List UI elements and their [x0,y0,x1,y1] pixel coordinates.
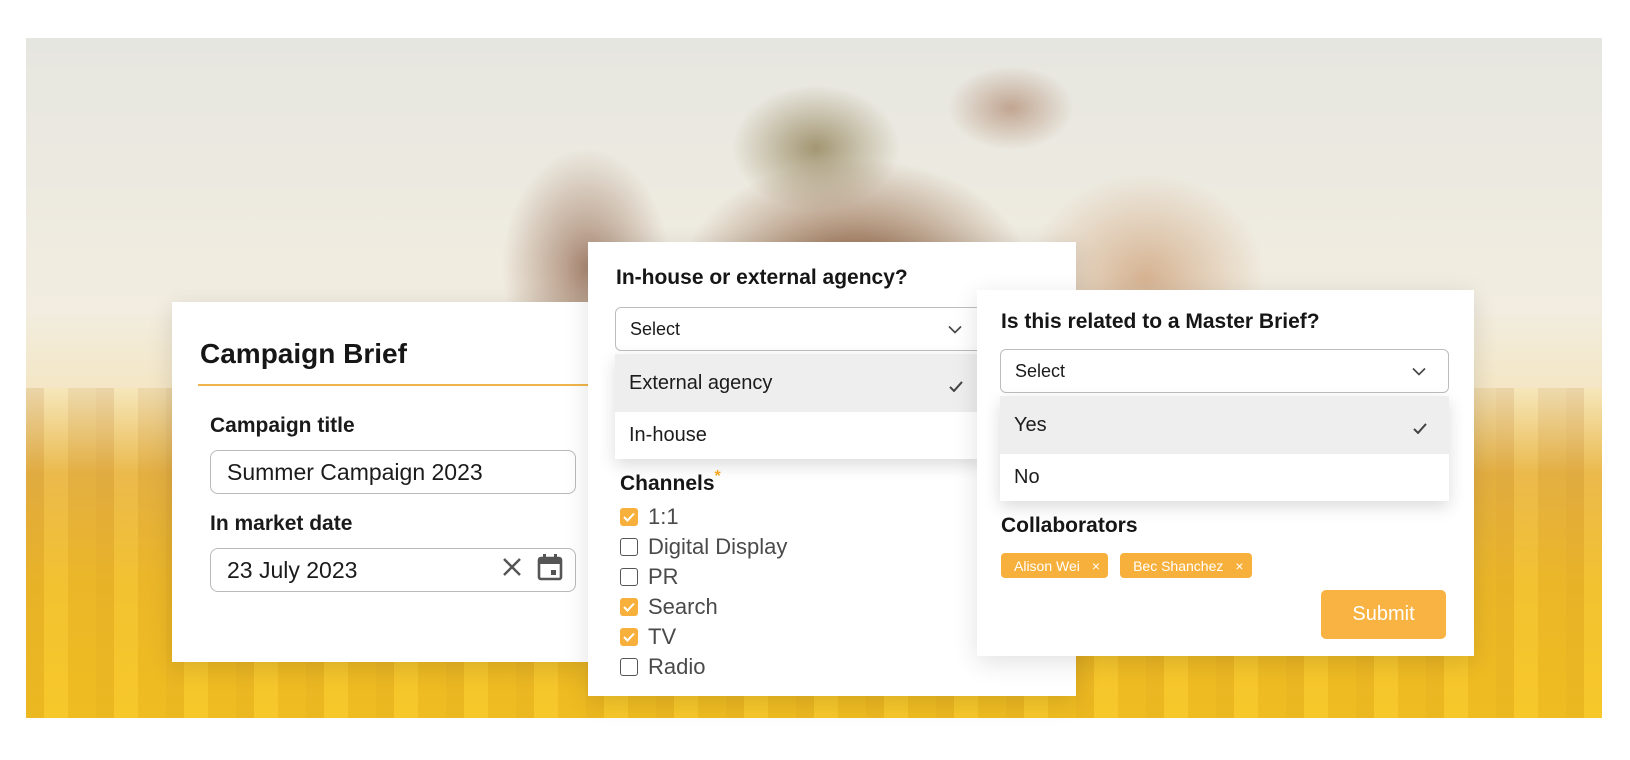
checkbox-unchecked[interactable] [620,568,638,586]
chevron-down-icon [948,319,962,340]
calendar-icon[interactable] [537,553,563,587]
agency-question: In-house or external agency? [616,266,908,289]
chip-label: Alison Wei [1014,557,1080,574]
campaign-title-label: Campaign title [210,414,355,437]
remove-chip-icon[interactable]: × [1092,558,1100,574]
master-brief-question: Is this related to a Master Brief? [1001,310,1320,333]
in-market-date-label: In market date [210,512,353,535]
agency-dropdown-menu: External agency In-house [615,354,985,459]
channel-label: TV [648,624,677,649]
remove-chip-icon[interactable]: × [1235,558,1243,574]
master-brief-select-value: Select [1015,360,1066,381]
required-marker: * [714,468,721,485]
master-option-no[interactable]: No [1000,454,1449,501]
campaign-title-input[interactable]: Summer Campaign 2023 [210,450,576,494]
collaborator-chips: Alison Wei × Bec Shanchez × [1001,553,1252,578]
channel-label: 1:1 [648,504,679,529]
chip-label: Bec Shanchez [1133,557,1224,574]
chevron-down-icon [1412,361,1426,382]
in-market-date-input[interactable]: 23 July 2023 [210,548,576,592]
in-market-date-value: 23 July 2023 [227,556,358,583]
campaign-brief-card: Campaign Brief Campaign title Summer Cam… [172,302,592,662]
agency-select[interactable]: Select [615,307,985,351]
channels-label-text: Channels [620,472,715,495]
close-icon[interactable] [501,556,523,584]
master-brief-select[interactable]: Select [1000,349,1449,393]
channel-label: Digital Display [648,534,788,559]
submit-button[interactable]: Submit [1321,590,1446,639]
channel-checkbox-digital-display[interactable]: Digital Display [620,534,787,560]
checkbox-checked[interactable] [620,508,638,526]
master-brief-dropdown-menu: Yes No [1000,396,1449,501]
channel-label: Radio [648,654,706,679]
collaborators-label: Collaborators [1001,514,1138,537]
agency-option-inhouse[interactable]: In-house [615,412,985,459]
master-option-yes[interactable]: Yes [1000,396,1449,454]
option-label: In-house [629,424,707,446]
check-icon [949,375,963,398]
checkbox-unchecked[interactable] [620,538,638,556]
channel-checkbox-search[interactable]: Search [620,594,718,620]
checkbox-unchecked[interactable] [620,658,638,676]
checkbox-checked[interactable] [620,598,638,616]
title-divider [198,384,592,386]
channels-label: Channels* [620,468,721,496]
checkbox-checked[interactable] [620,628,638,646]
channel-checkbox-1to1[interactable]: 1:1 [620,504,679,530]
option-label: Yes [1014,413,1047,436]
master-brief-card: Is this related to a Master Brief? Selec… [977,290,1474,656]
collaborator-chip: Alison Wei × [1001,553,1109,578]
check-icon [1413,417,1427,440]
agency-select-value: Select [630,318,681,339]
option-label: No [1014,466,1040,488]
channel-checkbox-radio[interactable]: Radio [620,654,705,680]
channel-checkbox-tv[interactable]: TV [620,624,676,650]
channel-label: Search [648,594,718,619]
option-label: External agency [629,371,773,394]
channel-checkbox-pr[interactable]: PR [620,564,679,590]
collaborator-chip: Bec Shanchez × [1120,553,1252,578]
campaign-title-value: Summer Campaign 2023 [227,458,483,485]
card-title: Campaign Brief [200,338,407,369]
channel-label: PR [648,564,679,589]
agency-option-external[interactable]: External agency [615,354,985,412]
